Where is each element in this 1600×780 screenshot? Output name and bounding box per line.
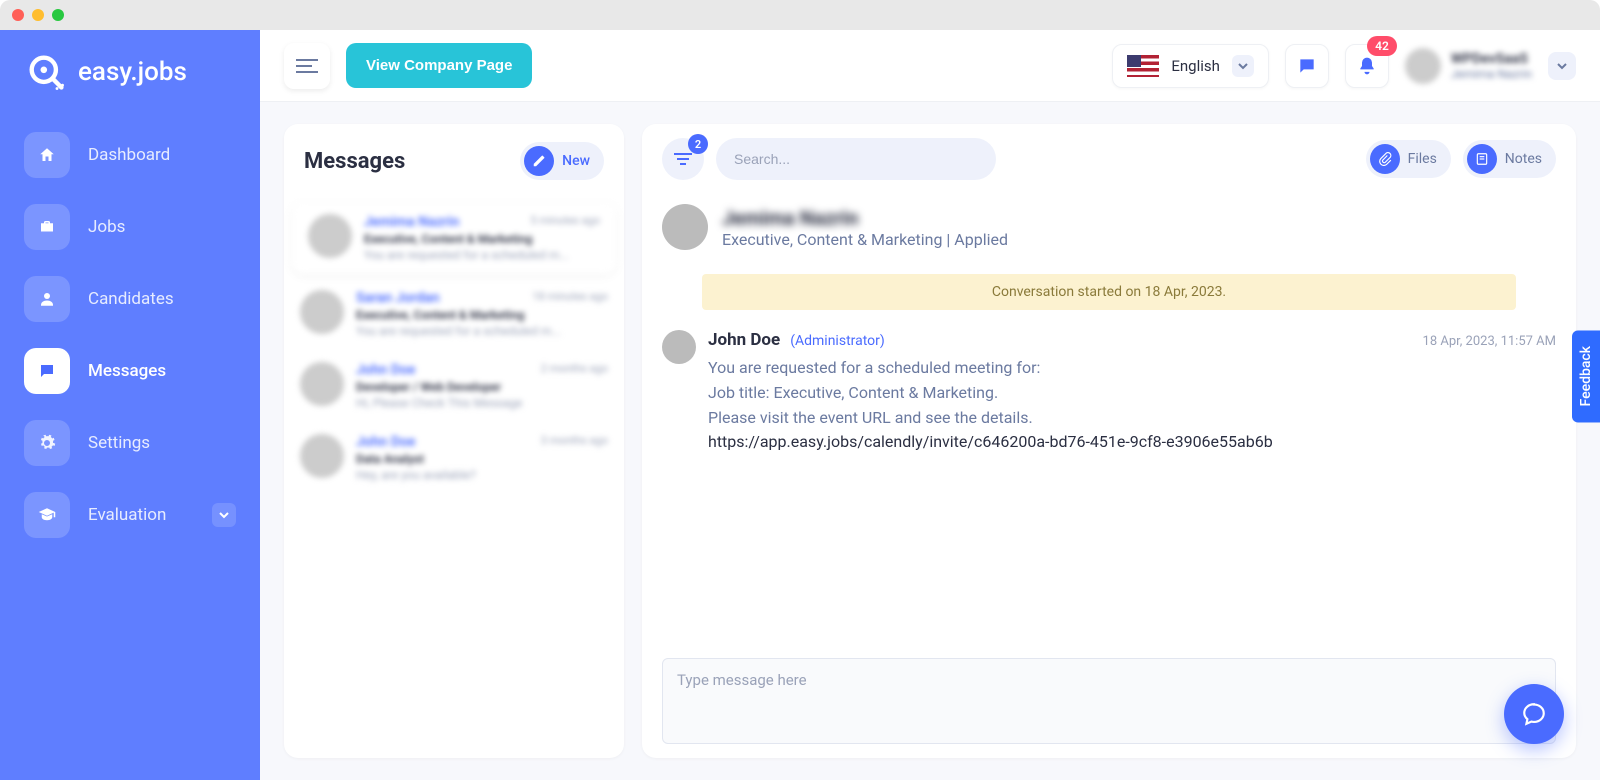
feedback-tab[interactable]: Feedback: [1572, 330, 1600, 422]
language-label: English: [1171, 57, 1220, 75]
thread-item[interactable]: Jemima Nazrin5 minutes ago Executive, Co…: [292, 202, 616, 274]
avatar: [308, 214, 352, 258]
files-button[interactable]: Files: [1366, 140, 1451, 178]
avatar: [300, 290, 344, 334]
chat-shortcut-button[interactable]: [1285, 44, 1329, 88]
messages-title: Messages: [304, 149, 405, 174]
chat-icon: [38, 362, 56, 380]
sidebar: easy.jobs Dashboard Jobs Candidates Mes: [0, 30, 260, 780]
sidebar-item-settings[interactable]: Settings: [18, 412, 242, 474]
window-minimize-dot[interactable]: [32, 9, 44, 21]
chat-fab[interactable]: [1504, 684, 1564, 744]
compose-icon: [532, 154, 546, 168]
flag-us-icon: [1127, 55, 1159, 77]
sidebar-item-label: Evaluation: [88, 505, 166, 525]
user-icon: [38, 290, 56, 308]
chat-icon: [1297, 56, 1317, 76]
window-maximize-dot[interactable]: [52, 9, 64, 21]
user-company: WPDevSaaS: [1451, 51, 1532, 67]
filter-button[interactable]: 2: [662, 138, 704, 180]
conversation-contact-sub: Executive, Content & Marketing | Applied: [722, 230, 1008, 249]
compose-input[interactable]: [663, 659, 1555, 739]
briefcase-icon: [38, 218, 56, 236]
message-author: John Doe: [708, 330, 780, 350]
sidebar-item-label: Jobs: [88, 217, 125, 237]
bell-icon: [1357, 56, 1377, 76]
gear-icon: [38, 434, 56, 452]
notes-button[interactable]: Notes: [1463, 140, 1556, 178]
message-link[interactable]: https://app.easy.jobs/calendly/invite/c6…: [708, 430, 1556, 455]
conversation-header: Jemima Nazrin Executive, Content & Marke…: [642, 194, 1576, 266]
avatar: [1405, 48, 1441, 84]
conversation-panel: 2 Files Notes: [642, 124, 1576, 758]
message-line: Job title: Executive, Content & Marketin…: [708, 381, 1556, 406]
brand-name: easy.jobs: [78, 57, 187, 87]
search-input[interactable]: [734, 151, 978, 167]
avatar: [662, 330, 696, 364]
chevron-down-icon: [1232, 55, 1254, 77]
sidebar-item-evaluation[interactable]: Evaluation: [18, 484, 242, 546]
notifications-button[interactable]: 42: [1345, 44, 1389, 88]
user-menu[interactable]: WPDevSaaS Jemima Nazrin: [1405, 48, 1532, 84]
sidebar-item-dashboard[interactable]: Dashboard: [18, 124, 242, 186]
attachment-icon: [1378, 152, 1392, 166]
sidebar-item-label: Messages: [88, 361, 166, 381]
message-role: (Administrator): [790, 333, 885, 349]
language-selector[interactable]: English: [1112, 44, 1269, 88]
new-message-button[interactable]: New: [520, 142, 604, 180]
user-name: Jemima Nazrin: [1451, 67, 1532, 81]
window-titlebar: [0, 0, 1600, 30]
conversation-start-banner: Conversation started on 18 Apr, 2023.: [702, 274, 1516, 310]
conversation-contact-name: Jemima Nazrin: [722, 206, 1008, 230]
logo-icon: [24, 50, 68, 94]
avatar: [662, 204, 708, 250]
note-icon: [1475, 152, 1489, 166]
brand-logo[interactable]: easy.jobs: [18, 50, 242, 94]
message-line: Please visit the event URL and see the d…: [708, 406, 1556, 431]
files-label: Files: [1408, 151, 1437, 167]
message-line: You are requested for a scheduled meetin…: [708, 356, 1556, 381]
home-icon: [38, 146, 56, 164]
filter-icon: [674, 152, 692, 166]
message-timestamp: 18 Apr, 2023, 11:57 AM: [1423, 334, 1556, 349]
view-company-button[interactable]: View Company Page: [346, 43, 532, 88]
chat-bubble-icon: [1521, 701, 1547, 727]
sidebar-item-label: Settings: [88, 433, 150, 453]
thread-item[interactable]: John Doe2 months ago Developer / Web Dev…: [284, 350, 624, 422]
user-menu-caret[interactable]: [1548, 52, 1576, 80]
chevron-down-icon[interactable]: [212, 503, 236, 527]
thread-item[interactable]: John Doe3 months ago Data Analyst Hey, a…: [284, 422, 624, 494]
sidebar-item-messages[interactable]: Messages: [18, 340, 242, 402]
search-box[interactable]: [716, 138, 996, 180]
notes-label: Notes: [1505, 151, 1542, 167]
sidebar-item-label: Candidates: [88, 289, 174, 309]
message: John Doe (Administrator) 18 Apr, 2023, 1…: [642, 324, 1576, 461]
compose-area: [662, 658, 1556, 744]
sidebar-item-candidates[interactable]: Candidates: [18, 268, 242, 330]
avatar: [300, 362, 344, 406]
sidebar-item-jobs[interactable]: Jobs: [18, 196, 242, 258]
menu-toggle-button[interactable]: [284, 43, 330, 89]
grad-cap-icon: [38, 506, 56, 524]
window-close-dot[interactable]: [12, 9, 24, 21]
filter-count-badge: 2: [688, 134, 708, 154]
thread-item[interactable]: Saran Jordan18 minutes ago Executive, Co…: [284, 278, 624, 350]
avatar: [300, 434, 344, 478]
new-label: New: [562, 153, 590, 169]
messages-panel: Messages New Jemima Nazrin5 minutes ago …: [284, 124, 624, 758]
notification-count-badge: 42: [1367, 36, 1397, 56]
topbar: View Company Page English 42: [260, 30, 1600, 102]
sidebar-item-label: Dashboard: [88, 145, 170, 165]
hamburger-icon: [296, 58, 318, 74]
